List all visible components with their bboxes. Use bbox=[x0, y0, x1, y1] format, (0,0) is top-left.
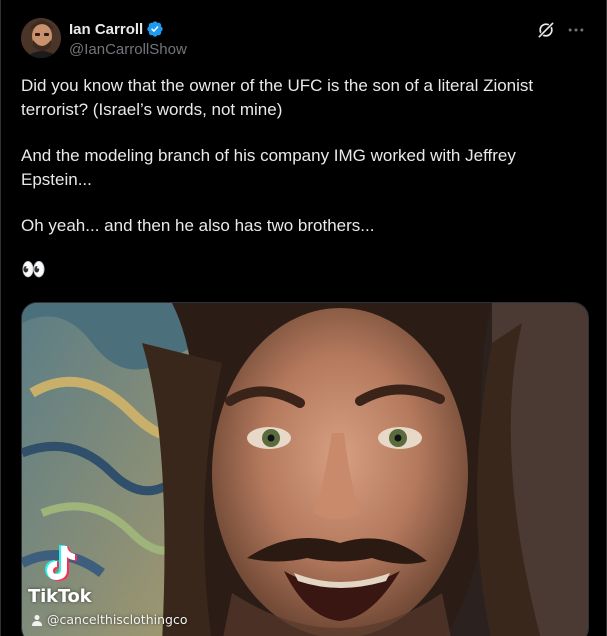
verified-badge-icon[interactable] bbox=[146, 20, 164, 38]
tweet-paragraph: Did you know that the owner of the UFC i… bbox=[21, 76, 534, 119]
eyes-emoji: 👀 bbox=[21, 259, 46, 281]
more-options-icon[interactable] bbox=[566, 20, 586, 40]
tweet-text: Did you know that the owner of the UFC i… bbox=[21, 74, 581, 284]
person-icon bbox=[31, 614, 43, 626]
author-display-name[interactable]: Ian Carroll bbox=[69, 21, 143, 38]
tweet-paragraph: And the modeling branch of his company I… bbox=[21, 146, 516, 189]
tweet-card[interactable]: Ian Carroll @IanCarrollShow Did you know… bbox=[0, 0, 607, 636]
tiktok-watermark-label: TikTok bbox=[28, 586, 92, 607]
author-names: Ian Carroll @IanCarrollShow bbox=[69, 19, 187, 59]
grok-icon[interactable] bbox=[536, 20, 556, 40]
tiktok-logo-icon bbox=[41, 543, 77, 583]
avatar[interactable] bbox=[21, 18, 61, 58]
tweet-header: Ian Carroll @IanCarrollShow bbox=[21, 18, 590, 62]
tiktok-watermark-user: @cancelthisclothingco bbox=[31, 612, 187, 627]
video-frame bbox=[22, 303, 588, 636]
display-name-row: Ian Carroll bbox=[69, 19, 187, 39]
tweet-paragraph: Oh yeah... and then he also has two brot… bbox=[21, 216, 375, 235]
tiktok-username: @cancelthisclothingco bbox=[47, 612, 188, 627]
video-media[interactable] bbox=[21, 302, 589, 636]
author-handle[interactable]: @IanCarrollShow bbox=[69, 41, 187, 58]
header-actions bbox=[536, 20, 586, 40]
